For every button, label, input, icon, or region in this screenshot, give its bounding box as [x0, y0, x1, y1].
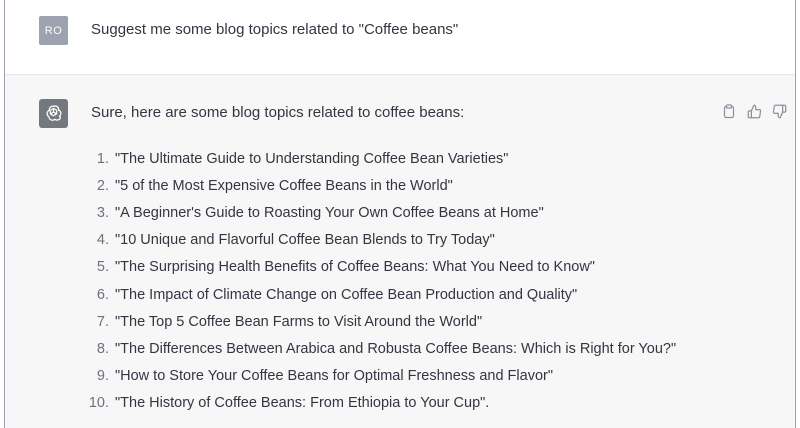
- list-item-text: "5 of the Most Expensive Coffee Beans in…: [115, 177, 453, 194]
- list-item: 8. "The Differences Between Arabica and R…: [77, 335, 676, 362]
- list-item: 7. "The Top 5 Coffee Bean Farms to Visit …: [77, 308, 676, 335]
- list-item: 6. "The Impact of Climate Change on Coffe…: [77, 281, 676, 308]
- openai-logo-icon: [39, 99, 68, 128]
- list-item-number: 1.: [96, 150, 109, 167]
- list-item: 3. "A Beginner's Guide to Roasting Your O…: [77, 199, 676, 226]
- list-item-text: "The Top 5 Coffee Bean Farms to Visit Ar…: [115, 313, 483, 330]
- list-item-number: 3.: [96, 204, 109, 221]
- list-item-text: "How to Store Your Coffee Beans for Opti…: [115, 368, 553, 385]
- list-item: 1. "The Ultimate Guide to Understanding C…: [77, 145, 676, 172]
- list-item-text: "The Ultimate Guide to Understanding Cof…: [115, 150, 509, 167]
- list-item-text: "The History of Coffee Beans: From Ethio…: [115, 395, 490, 412]
- user-avatar: RO: [39, 16, 68, 45]
- copy-icon[interactable]: [721, 103, 737, 119]
- list-item-text: "10 Unique and Flavorful Coffee Bean Ble…: [115, 232, 495, 249]
- list-item-text: "A Beginner's Guide to Roasting Your Own…: [115, 204, 544, 221]
- list-item-number: 10.: [88, 395, 109, 412]
- list-item-number: 2.: [96, 177, 109, 194]
- list-item: 5. "The Surprising Health Benefits of Cof…: [77, 254, 676, 281]
- user-message-text: Suggest me some blog topics related to "…: [91, 21, 459, 38]
- assistant-intro-text: Sure, here are some blog topics related …: [91, 104, 465, 121]
- list-item: 9. "How to Store Your Coffee Beans for Op…: [77, 363, 676, 390]
- list-item: 10. "The History of Coffee Beans: From Et…: [77, 390, 676, 417]
- chat-window: RO Suggest me some blog topics related t…: [4, 0, 796, 428]
- list-item-text: "The Impact of Climate Change on Coffee …: [115, 286, 578, 303]
- list-item-number: 7.: [96, 313, 109, 330]
- list-item-number: 5.: [96, 259, 109, 276]
- thumbs-down-icon[interactable]: [771, 103, 787, 119]
- list-item-text: "The Differences Between Arabica and Rob…: [115, 340, 677, 357]
- list-item: 2. "5 of the Most Expensive Coffee Beans …: [77, 172, 676, 199]
- list-item: 4. "10 Unique and Flavorful Coffee Bean B…: [77, 227, 676, 254]
- list-item-number: 8.: [96, 340, 109, 357]
- user-message-row: RO Suggest me some blog topics related t…: [5, 0, 795, 75]
- list-item-number: 6.: [96, 286, 109, 303]
- message-actions: [721, 103, 787, 119]
- list-item-number: 9.: [96, 368, 109, 385]
- thumbs-up-icon[interactable]: [746, 103, 762, 119]
- assistant-message-row: Sure, here are some blog topics related …: [5, 75, 795, 428]
- list-item-number: 4.: [96, 232, 109, 249]
- blog-topics-list: 1. "The Ultimate Guide to Understanding C…: [77, 145, 676, 417]
- list-item-text: "The Surprising Health Benefits of Coffe…: [115, 259, 595, 276]
